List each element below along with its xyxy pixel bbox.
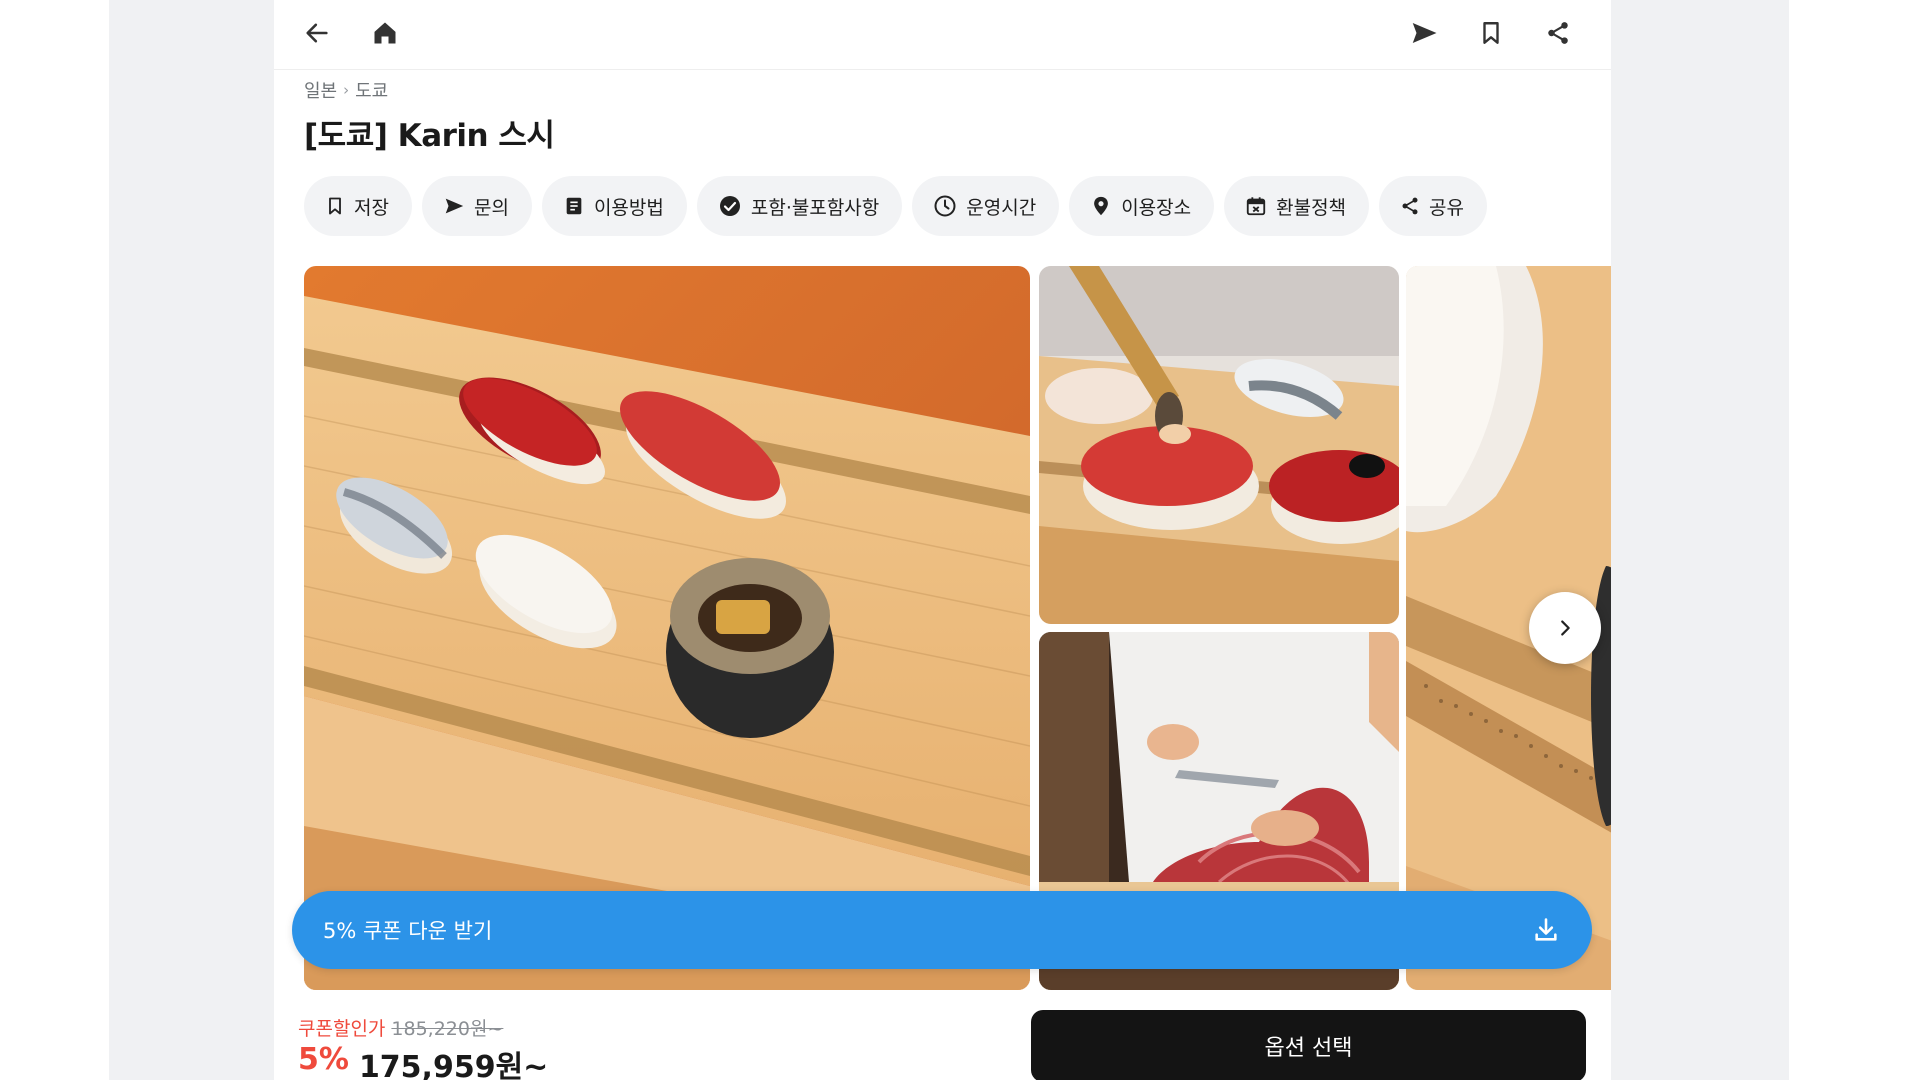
chip-inclusions[interactable]: 포함·불포함사항	[696, 176, 903, 236]
chip-how-to-use[interactable]: 이용방법	[541, 176, 687, 236]
select-option-button[interactable]: 옵션 선택	[1031, 1010, 1586, 1080]
coupon-download-button[interactable]: 5% 쿠폰 다운 받기	[292, 891, 1592, 969]
chip-label: 운영시간	[966, 196, 1037, 219]
calendar-icon	[1246, 197, 1266, 216]
chip-label: 저장	[354, 196, 389, 219]
bookmark-icon	[329, 197, 341, 215]
document-icon	[566, 197, 582, 215]
chip-label: 문의	[473, 196, 509, 219]
back-button[interactable]	[297, 13, 337, 53]
home-button[interactable]	[365, 13, 405, 53]
discount-percent: 5%	[298, 1042, 349, 1077]
chip-location[interactable]: 이용장소	[1069, 176, 1215, 236]
send-button[interactable]	[1404, 13, 1444, 53]
breadcrumb-city[interactable]: 도쿄	[355, 77, 388, 103]
share-icon	[1548, 22, 1568, 44]
coupon-price-row: 쿠폰할인가 185,220원~	[298, 1014, 503, 1041]
check-circle-icon	[719, 196, 740, 216]
chip-refund-policy[interactable]: 환불정책	[1224, 176, 1370, 236]
top-navigation-bar	[274, 0, 1611, 70]
chip-label: 포함·불포함사항	[750, 196, 880, 219]
download-icon	[1535, 918, 1557, 941]
arrow-left-icon	[306, 23, 328, 43]
chevron-right-icon	[1561, 620, 1570, 636]
photo-gallery	[304, 266, 1611, 990]
bookmark-icon	[1483, 22, 1499, 44]
chip-label: 공유	[1429, 196, 1464, 219]
final-price-row: 5% 175,959원~	[298, 1042, 548, 1080]
breadcrumb: 일본 › 도쿄	[304, 77, 388, 103]
purchase-bar: 쿠폰할인가 185,220원~ 5% 175,959원~ 옵션 선택	[274, 990, 1611, 1080]
page-title: [도쿄] Karin 스시	[304, 118, 555, 154]
sushi-platter-photo	[304, 266, 1030, 990]
send-icon	[1412, 23, 1437, 43]
clock-icon	[934, 195, 956, 217]
breadcrumb-country[interactable]: 일본	[304, 77, 337, 103]
chef-brushing-nigiri-photo	[1039, 266, 1399, 624]
bookmark-button[interactable]	[1471, 13, 1511, 53]
chip-save[interactable]: 저장	[304, 176, 412, 236]
share-button[interactable]	[1538, 13, 1578, 53]
chip-label: 이용방법	[593, 196, 664, 219]
chip-label: 이용장소	[1121, 196, 1192, 219]
gallery-image-main[interactable]	[304, 266, 1030, 990]
chip-share[interactable]: 공유	[1379, 176, 1487, 236]
final-price: 175,959원~	[358, 1050, 549, 1080]
quick-action-chips: 저장 문의 이용방법 포함·불포함사항 운영시간 이용장소 환불정책 공유	[304, 176, 1487, 236]
chevron-right-icon: ›	[343, 81, 350, 99]
chip-hours[interactable]: 운영시간	[912, 176, 1060, 236]
home-icon	[374, 22, 396, 44]
coupon-label: 5% 쿠폰 다운 받기	[323, 919, 493, 943]
send-icon	[445, 198, 464, 214]
gallery-image-2[interactable]	[1039, 266, 1399, 624]
coupon-price-label: 쿠폰할인가	[298, 1018, 386, 1040]
chip-inquiry[interactable]: 문의	[421, 176, 532, 236]
location-pin-icon	[1094, 196, 1109, 216]
original-price: 185,220원~	[391, 1018, 504, 1040]
share-icon	[1402, 197, 1418, 215]
gallery-next-button[interactable]	[1529, 592, 1601, 664]
chip-label: 환불정책	[1276, 196, 1347, 219]
